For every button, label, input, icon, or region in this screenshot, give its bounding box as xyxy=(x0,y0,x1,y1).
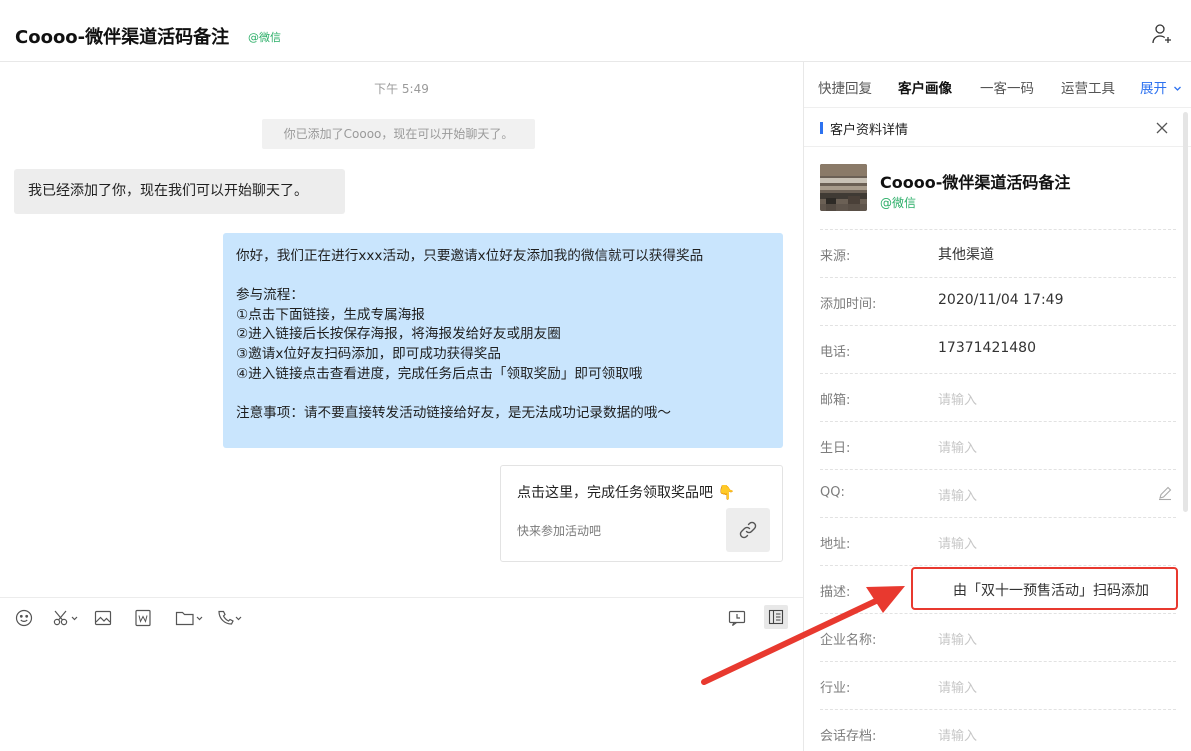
sidebar-scrollbar[interactable] xyxy=(1183,112,1188,512)
tab-customer-profile[interactable]: 客户画像 xyxy=(898,77,952,97)
section-header: 客户资料详情 xyxy=(804,107,1191,147)
chat-title: Coooo-微伴渠道活码备注 xyxy=(15,27,230,48)
field-value[interactable]: 其他渠道 xyxy=(938,244,994,264)
field-label: 来源: xyxy=(820,249,851,264)
message-line: ①点击下面链接，生成专属海报 xyxy=(236,306,425,323)
word-doc-icon[interactable] xyxy=(134,608,152,628)
address-field[interactable]: 请输入 xyxy=(938,533,977,552)
customer-profile: Coooo-微伴渠道活码备注 @微信 xyxy=(804,147,1191,229)
field-source: 来源: 其他渠道 xyxy=(820,229,1176,277)
field-add-time: 添加时间: 2020/11/04 17:49 xyxy=(820,277,1176,325)
folder-icon[interactable] xyxy=(175,608,205,628)
sidebar-toggle-icon[interactable] xyxy=(764,605,788,629)
field-label: 会话存档: xyxy=(820,729,877,744)
message-input[interactable] xyxy=(0,639,803,751)
field-industry: 行业: 请输入 xyxy=(820,661,1176,709)
edit-icon[interactable] xyxy=(1157,485,1173,501)
message-line: 你好，我们正在进行xxx活动，只要邀请x位好友添加我的微信就可以获得奖品 xyxy=(236,248,704,264)
input-toolbar xyxy=(0,597,803,639)
avatar xyxy=(820,164,867,211)
message-timestamp: 下午 5:49 xyxy=(374,82,429,96)
message-line: ②进入链接后长按保存海报，将海报发给好友或朋友圈 xyxy=(236,326,561,343)
email-field[interactable]: 请输入 xyxy=(938,389,977,408)
birthday-field[interactable]: 请输入 xyxy=(938,437,977,456)
field-value: 2020/11/04 17:49 xyxy=(938,292,1064,308)
field-label: 生日: xyxy=(820,441,851,456)
field-label: 企业名称: xyxy=(820,633,877,648)
outgoing-message[interactable]: 你好，我们正在进行xxx活动，只要邀请x位好友添加我的微信就可以获得奖品 参与流… xyxy=(223,233,783,448)
field-label: 行业: xyxy=(820,681,851,696)
wechat-tag: @微信 xyxy=(248,31,281,44)
field-phone: 电话: 17371421480 xyxy=(820,325,1176,373)
chat-record-icon[interactable] xyxy=(728,608,746,628)
field-label: 添加时间: xyxy=(820,297,877,312)
scissors-icon[interactable] xyxy=(53,608,79,628)
phone-field[interactable]: 17371421480 xyxy=(938,340,1036,356)
field-address: 地址: 请输入 xyxy=(820,517,1176,565)
message-line: 注意事项：请不要直接转发活动链接给好友，是无法成功记录数据的哦～ xyxy=(236,404,671,421)
add-user-icon[interactable] xyxy=(1150,22,1174,46)
section-title: 客户资料详情 xyxy=(830,123,909,138)
message-line: ③邀请x位好友扫码添加，即可成功获得奖品 xyxy=(236,345,501,362)
message-line: ④进入链接点击查看进度，完成任务后点击「领取奖励」即可领取哦 xyxy=(236,365,643,382)
link-card-title: 点击这里，完成任务领取奖品吧 👇 xyxy=(517,485,735,501)
field-label: 邮箱: xyxy=(820,393,851,408)
expand-label: 展开 xyxy=(1140,81,1167,97)
close-icon[interactable] xyxy=(1154,120,1170,136)
field-birthday: 生日: 请输入 xyxy=(820,421,1176,469)
message-line: 参与流程： xyxy=(236,287,304,304)
incoming-message[interactable]: 我已经添加了你，现在我们可以开始聊天了。 xyxy=(14,169,345,214)
field-label: 描述: xyxy=(820,585,851,600)
annotation-highlight-box xyxy=(911,567,1178,610)
qq-field[interactable]: 请输入 xyxy=(938,485,977,504)
image-icon[interactable] xyxy=(94,608,112,628)
link-icon xyxy=(726,508,770,552)
customer-sidebar: 快捷回复 客户画像 一客一码 运营工具 展开 客户资料详情 Coooo-微伴渠道… xyxy=(803,62,1191,751)
tab-operation-tools[interactable]: 运营工具 xyxy=(1061,77,1115,97)
tab-quick-reply[interactable]: 快捷回复 xyxy=(818,77,872,97)
sidebar-tabs: 快捷回复 客户画像 一客一码 运营工具 展开 xyxy=(804,62,1191,107)
chat-header: Coooo-微伴渠道活码备注 @微信 xyxy=(0,0,1191,62)
field-session-archive: 会话存档: 请输入 xyxy=(820,709,1176,751)
chat-area: 下午 5:49 你已添加了Coooo，现在可以开始聊天了。 我已经添加了你，现在… xyxy=(0,62,803,597)
link-card-message[interactable]: 点击这里，完成任务领取奖品吧 👇 快来参加活动吧 xyxy=(500,465,783,562)
field-qq: QQ: 请输入 xyxy=(820,469,1176,517)
field-email: 邮箱: 请输入 xyxy=(820,373,1176,421)
chevron-down-icon xyxy=(1174,86,1182,91)
company-field[interactable]: 请输入 xyxy=(938,629,977,648)
field-label: 电话: xyxy=(820,345,851,360)
field-company: 企业名称: 请输入 xyxy=(820,613,1176,661)
system-message: 你已添加了Coooo，现在可以开始聊天了。 xyxy=(262,119,535,149)
tab-one-customer-one-code[interactable]: 一客一码 xyxy=(980,77,1034,97)
session-archive-field[interactable]: 请输入 xyxy=(938,725,977,744)
industry-field[interactable]: 请输入 xyxy=(938,677,977,696)
customer-name: Coooo-微伴渠道活码备注 xyxy=(880,173,1071,192)
tab-expand[interactable]: 展开 xyxy=(1140,77,1182,97)
customer-wechat-tag: @微信 xyxy=(880,196,917,210)
emoji-icon[interactable] xyxy=(15,608,33,628)
field-label: 地址: xyxy=(820,537,851,552)
phone-icon[interactable] xyxy=(216,608,244,628)
section-accent-bar xyxy=(820,122,823,134)
field-label: QQ: xyxy=(820,485,845,500)
link-card-description: 快来参加活动吧 xyxy=(517,524,602,538)
